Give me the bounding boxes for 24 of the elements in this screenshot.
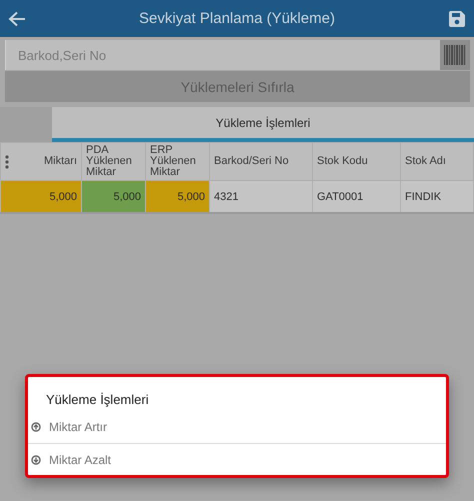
table-cell: FINDIK [400, 180, 474, 213]
table-cell: 4321 [210, 180, 312, 213]
table-cell: GAT0001 [312, 180, 400, 213]
column-header: Barkod/Seri No [210, 142, 312, 180]
save-button[interactable] [448, 10, 466, 28]
arrow-down-circle-icon [31, 454, 41, 464]
arrow-up-circle-icon [31, 422, 41, 432]
column-header: Stok Kodu [312, 142, 400, 180]
search-field[interactable]: Barkod,Seri No [5, 40, 440, 70]
screen-title: Sevkiyat Planlama (Yükleme) [139, 10, 335, 27]
column-header: Stok Adı [400, 142, 474, 180]
table-cell: 5,000 [146, 180, 210, 213]
menu-item[interactable]: Miktar Artır [28, 411, 446, 443]
menu-title: Yükleme İşlemleri [45, 391, 150, 409]
table-cell: 5,000 [82, 180, 146, 213]
more-icon[interactable] [5, 154, 9, 168]
barcode-button[interactable] [440, 40, 470, 70]
back-button[interactable] [8, 10, 26, 26]
tab[interactable]: Yükleme İşlemleri [52, 107, 474, 142]
table-cell: 5,000 [0, 180, 82, 213]
column-header: ERP Yüklenen Miktar [146, 142, 210, 180]
column-header: Miktarı [44, 156, 77, 167]
column-header: PDA Yüklenen Miktar [82, 142, 146, 180]
menu-item[interactable]: Miktar Azalt [28, 443, 446, 475]
